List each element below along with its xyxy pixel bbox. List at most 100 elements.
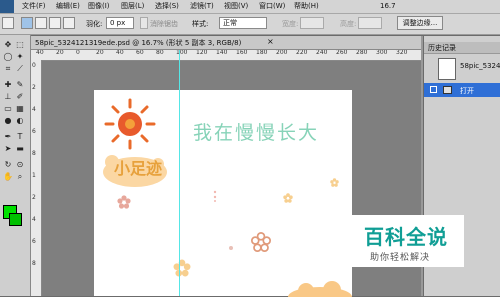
document-title: 58pic_5324121319ede.psd @ 16.7% (形状 5 副本… — [35, 39, 242, 47]
history-step-label: 打开 — [460, 87, 474, 95]
canvas-title-text: 我在慢慢长大 — [193, 122, 320, 144]
background-color-swatch[interactable] — [9, 213, 22, 226]
ruler-tick: 260 — [336, 50, 348, 56]
ruler-tick: 180 — [256, 50, 268, 56]
zoom-tool-icon[interactable]: ⌕ — [15, 173, 25, 181]
history-brush-source-icon[interactable] — [430, 86, 437, 93]
menu-window[interactable]: 窗口(W) — [259, 2, 285, 11]
menu-image[interactable]: 图像(I) — [88, 2, 110, 11]
crop-tool-icon[interactable]: ⌗ — [3, 65, 13, 73]
menu-layer[interactable]: 图层(L) — [121, 2, 144, 11]
intersect-selection-icon[interactable] — [63, 17, 75, 29]
shape-tool-icon[interactable]: ▬ — [15, 145, 25, 153]
photoshop-logo-icon — [0, 0, 14, 13]
feather-input[interactable]: 0 px — [106, 17, 134, 29]
ruler-tick: 8 — [32, 260, 36, 267]
new-selection-icon[interactable] — [21, 17, 33, 29]
style-select[interactable]: 正常 — [219, 17, 267, 29]
eraser-icon[interactable]: ▭ — [3, 105, 13, 113]
feather-label: 羽化: — [86, 20, 103, 28]
ruler-tick: 4 — [32, 216, 36, 223]
ruler-tick: 320 — [396, 50, 408, 56]
ruler-horizontal[interactable]: 40 20 0 20 40 60 80 100 120 140 160 180 … — [31, 50, 421, 61]
footprint-text: 小足迹 — [114, 159, 163, 178]
ruler-tick: 2 — [32, 194, 36, 201]
document-tab[interactable]: 58pic_5324121319ede.psd @ 16.7% (形状 5 副本… — [31, 36, 421, 50]
ruler-tick: 300 — [376, 50, 388, 56]
ruler-tick: 220 — [296, 50, 308, 56]
add-selection-icon[interactable] — [35, 17, 47, 29]
healing-brush-icon[interactable]: ✚ — [3, 81, 13, 89]
guide-line[interactable] — [179, 50, 180, 296]
ruler-tick: 40 — [116, 50, 124, 56]
subtract-selection-icon[interactable] — [49, 17, 61, 29]
history-snapshot[interactable]: 58pic_532412... — [424, 56, 500, 82]
type-tool-icon[interactable]: T — [15, 133, 25, 141]
ruler-tick: 6 — [32, 128, 36, 135]
history-step-open[interactable]: 打开 — [424, 83, 500, 97]
watermark-subtitle: 助你轻松解决 — [370, 253, 431, 263]
width-label: 宽度: — [282, 20, 299, 28]
hand-tool-icon[interactable]: ✋ — [3, 173, 13, 181]
history-panel-header[interactable]: 历史记录 — [424, 42, 500, 54]
history-brush-icon[interactable]: ✐ — [15, 93, 25, 101]
open-document-icon — [443, 86, 452, 94]
antialias-checkbox[interactable] — [140, 17, 148, 29]
height-label: 高度: — [340, 20, 357, 28]
ruler-tick: 80 — [156, 50, 164, 56]
ruler-tick: 200 — [276, 50, 288, 56]
flower-icon — [251, 232, 271, 252]
ruler-vertical[interactable]: 0 2 4 6 8 1 2 4 6 8 — [31, 60, 42, 296]
options-bar: 羽化: 0 px 消除锯齿 样式: 正常 宽度: 高度: 调整边缘... — [0, 14, 500, 35]
ruler-tick: 60 — [136, 50, 144, 56]
ruler-tick: 140 — [216, 50, 228, 56]
menu-file[interactable]: 文件(F) — [22, 2, 46, 11]
ruler-tick: 6 — [32, 238, 36, 245]
watermark: 百科全说 助你轻松解决 — [352, 215, 464, 267]
ruler-tick: 2 — [32, 84, 36, 91]
pen-tool-icon[interactable]: ✒ — [3, 133, 13, 141]
3d-orbit-icon[interactable]: ⊙ — [15, 161, 25, 169]
blur-tool-icon[interactable]: ● — [3, 117, 13, 125]
clone-stamp-icon[interactable]: ⊥ — [3, 93, 13, 101]
menu-view[interactable]: 视图(V) — [224, 2, 248, 11]
dot-decoration — [229, 246, 233, 250]
ruler-tick: 40 — [36, 50, 44, 56]
menu-help[interactable]: 帮助(H) — [294, 2, 319, 11]
zoom-level[interactable]: 16.7 — [380, 2, 396, 10]
marquee-tool-icon[interactable] — [2, 17, 14, 29]
snapshot-thumbnail — [438, 58, 456, 80]
magic-wand-icon[interactable]: ✦ — [15, 53, 25, 61]
width-input[interactable] — [300, 17, 324, 29]
menu-select[interactable]: 选择(S) — [155, 2, 179, 11]
ruler-tick: 1 — [32, 172, 36, 179]
3d-rotate-icon[interactable]: ↻ — [3, 161, 13, 169]
ruler-tick: 100 — [176, 50, 188, 56]
flower-icon — [330, 178, 339, 187]
lasso-tool-icon[interactable]: ◯ — [3, 53, 13, 61]
menu-edit[interactable]: 编辑(E) — [56, 2, 80, 11]
refine-edge-button[interactable]: 调整边缘... — [397, 16, 443, 30]
ruler-tick: 4 — [32, 106, 36, 113]
sun-illustration — [104, 98, 156, 150]
ruler-tick: 240 — [316, 50, 328, 56]
menu-filter[interactable]: 滤镜(T) — [190, 2, 214, 11]
flower-icon — [283, 193, 293, 203]
menu-bar: 文件(F) 编辑(E) 图像(I) 图层(L) 选择(S) 滤镜(T) 视图(V… — [0, 0, 500, 14]
flower-icon — [117, 195, 131, 209]
gradient-tool-icon[interactable]: ▦ — [15, 105, 25, 113]
brush-tool-icon[interactable]: ✎ — [15, 81, 25, 89]
dodge-tool-icon[interactable]: ◐ — [15, 117, 25, 125]
ruler-tick: 8 — [32, 150, 36, 157]
eyedropper-icon[interactable]: ⟋ — [15, 65, 25, 73]
style-label: 样式: — [192, 20, 209, 28]
snapshot-label: 58pic_532412... — [460, 62, 500, 70]
close-icon[interactable]: × — [267, 37, 274, 46]
ruler-tick: 160 — [236, 50, 248, 56]
height-input[interactable] — [358, 17, 382, 29]
ruler-tick: 20 — [96, 50, 104, 56]
move-tool-icon[interactable]: ✥ — [3, 41, 13, 49]
marquee-tool-icon[interactable]: ⬚ — [15, 41, 25, 49]
watermark-title: 百科全说 — [364, 225, 448, 249]
path-select-icon[interactable]: ➤ — [3, 145, 13, 153]
